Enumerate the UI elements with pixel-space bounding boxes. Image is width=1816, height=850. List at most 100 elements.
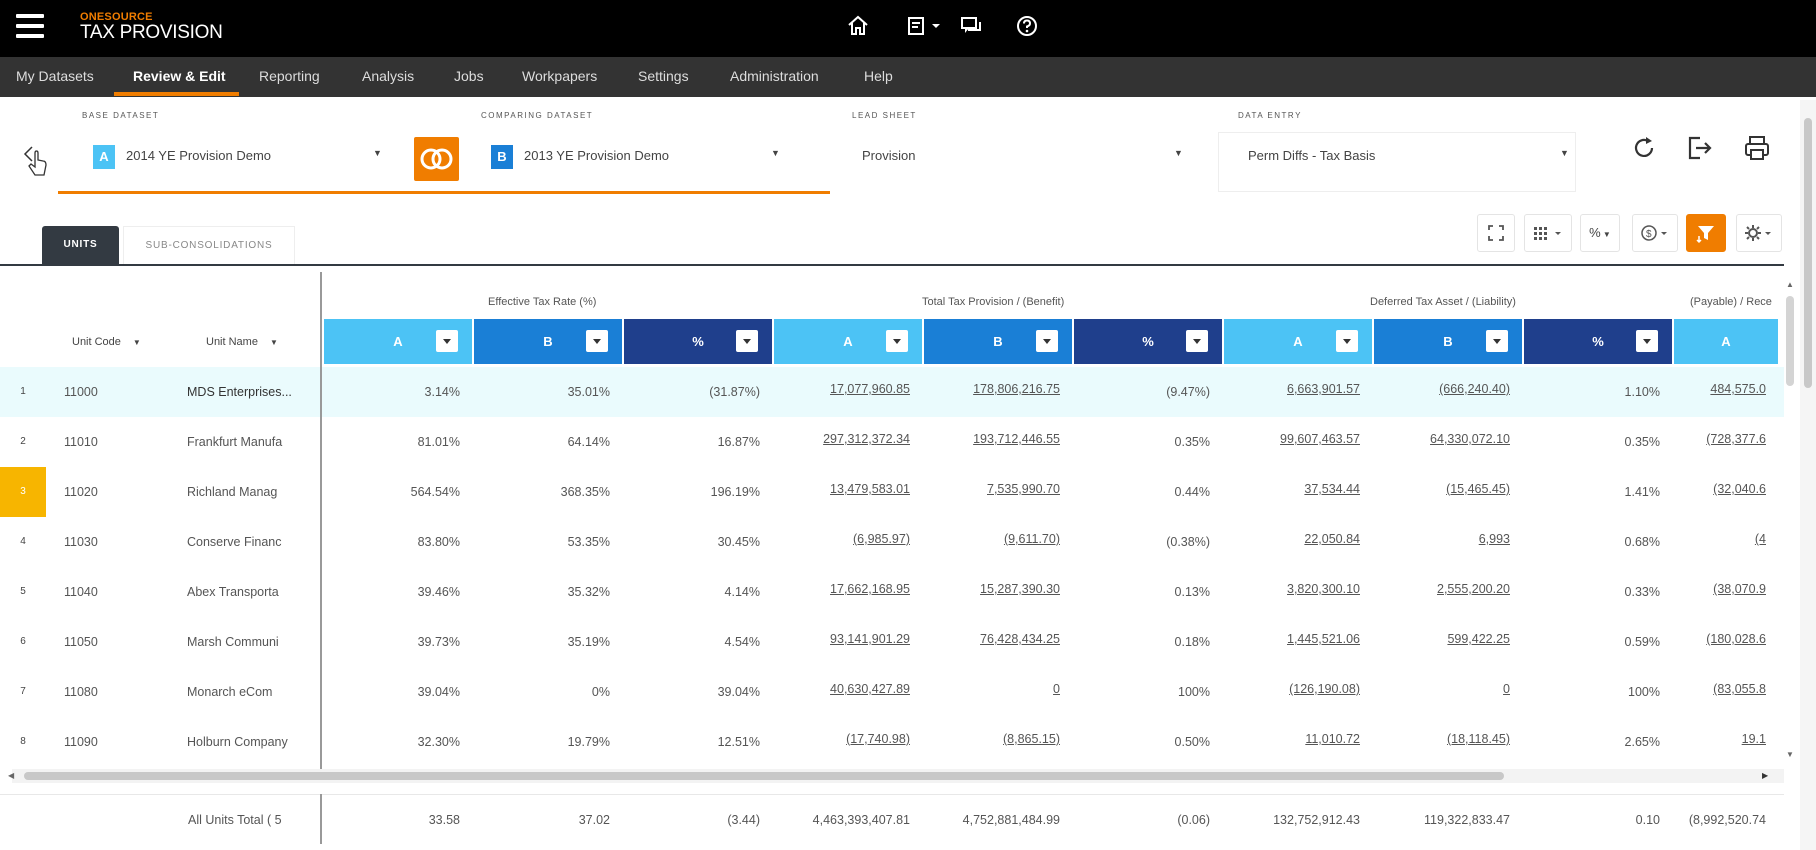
export-icon[interactable]: [1684, 133, 1714, 163]
row-number[interactable]: 1: [0, 367, 46, 417]
hamburger-menu-icon[interactable]: [16, 14, 44, 38]
value-link-cell[interactable]: 193,712,446.55: [924, 417, 1060, 467]
value-link-cell[interactable]: 6,663,901.57: [1224, 367, 1360, 417]
value-link-cell[interactable]: 19.1: [1674, 717, 1766, 767]
row-number[interactable]: 8: [0, 717, 46, 767]
print-icon[interactable]: [1742, 133, 1772, 163]
value-link-cell[interactable]: 6,993: [1374, 517, 1510, 567]
value-link-cell[interactable]: 178,806,216.75: [924, 367, 1060, 417]
chat-icon[interactable]: [960, 14, 986, 40]
tab-sub-consolidations[interactable]: SUB-CONSOLIDATIONS: [123, 226, 295, 264]
scroll-left-icon[interactable]: ◀: [8, 771, 14, 780]
nav-jobs[interactable]: Jobs: [454, 57, 484, 97]
value-link-cell[interactable]: 3,820,300.10: [1224, 567, 1360, 617]
row-number[interactable]: 4: [0, 517, 46, 567]
value-link-cell[interactable]: (666,240.40): [1374, 367, 1510, 417]
column-filter-dropdown-icon[interactable]: [1486, 330, 1508, 352]
column-header-10[interactable]: A: [1674, 319, 1778, 364]
scroll-right-icon[interactable]: ▶: [1762, 771, 1768, 780]
page-vertical-scroll-thumb[interactable]: [1804, 118, 1812, 388]
nav-review-edit[interactable]: Review & Edit: [133, 57, 226, 97]
value-link-cell[interactable]: 93,141,901.29: [774, 617, 910, 667]
column-header-3[interactable]: %: [624, 319, 772, 364]
column-header-4[interactable]: A: [774, 319, 922, 364]
comparing-dataset-select[interactable]: 2013 YE Provision Demo ▼: [491, 137, 781, 171]
horizontal-scroll-thumb[interactable]: [24, 772, 1504, 780]
value-link-cell[interactable]: 484,575.0: [1674, 367, 1766, 417]
base-dataset-select[interactable]: 2014 YE Provision Demo ▼: [93, 137, 383, 171]
nav-administration[interactable]: Administration: [730, 57, 819, 97]
value-link-cell[interactable]: 599,422.25: [1374, 617, 1510, 667]
value-link-cell[interactable]: 76,428,434.25: [924, 617, 1060, 667]
row-number[interactable]: 3: [0, 467, 46, 517]
column-header-1[interactable]: A: [324, 319, 472, 364]
value-link-cell[interactable]: 17,077,960.85: [774, 367, 910, 417]
column-header-7[interactable]: A: [1224, 319, 1372, 364]
value-link-cell[interactable]: (38,070.9: [1674, 567, 1766, 617]
column-header-2[interactable]: B: [474, 319, 622, 364]
value-link-cell[interactable]: 7,535,990.70: [924, 467, 1060, 517]
table-row[interactable]: 6 11050 Marsh Communi 39.73% 35.19% 4.54% 93,1…: [0, 617, 1784, 667]
unit-name-header[interactable]: Unit Name ▼: [206, 336, 278, 348]
table-row[interactable]: 4 11030 Conserve Financ 83.80% 53.35% 30.45% (…: [0, 517, 1784, 567]
value-link-cell[interactable]: 0: [1374, 667, 1510, 717]
value-link-cell[interactable]: (8,865.15): [924, 717, 1060, 767]
column-filter-dropdown-icon[interactable]: [1636, 330, 1658, 352]
table-row[interactable]: 8 11090 Holburn Company 32.30% 19.79% 12.51% (…: [0, 717, 1784, 767]
row-number[interactable]: 2: [0, 417, 46, 467]
column-filter-dropdown-icon[interactable]: [1336, 330, 1358, 352]
column-header-6[interactable]: %: [1074, 319, 1222, 364]
grid-vertical-scroll-thumb[interactable]: [1786, 296, 1794, 386]
value-link-cell[interactable]: 37,534.44: [1224, 467, 1360, 517]
settings-gear-icon[interactable]: [1736, 214, 1782, 252]
value-link-cell[interactable]: 99,607,463.57: [1224, 417, 1360, 467]
column-filter-dropdown-icon[interactable]: [436, 330, 458, 352]
report-dropdown-icon[interactable]: [906, 14, 944, 40]
value-link-cell[interactable]: (83,055.8: [1674, 667, 1766, 717]
value-link-cell[interactable]: 297,312,372.34: [774, 417, 910, 467]
column-header-5[interactable]: B: [924, 319, 1072, 364]
lead-sheet-select[interactable]: Provision ▼: [852, 137, 1183, 171]
refresh-icon[interactable]: [1629, 133, 1659, 163]
grid-vertical-scrollbar[interactable]: ▲ ▼: [1782, 280, 1798, 760]
value-link-cell[interactable]: 22,050.84: [1224, 517, 1360, 567]
horizontal-scrollbar[interactable]: [12, 769, 1784, 783]
nav-workpapers[interactable]: Workpapers: [522, 57, 597, 97]
row-number[interactable]: 7: [0, 667, 46, 717]
column-filter-dropdown-icon[interactable]: [1036, 330, 1058, 352]
value-link-cell[interactable]: (180,028.6: [1674, 617, 1766, 667]
value-link-cell[interactable]: (15,465.45): [1374, 467, 1510, 517]
value-link-cell[interactable]: (18,118.45): [1374, 717, 1510, 767]
row-number[interactable]: 6: [0, 617, 46, 667]
value-link-cell[interactable]: 2,555,200.20: [1374, 567, 1510, 617]
column-filter-dropdown-icon[interactable]: [586, 330, 608, 352]
value-link-cell[interactable]: 11,010.72: [1224, 717, 1360, 767]
value-link-cell[interactable]: 40,630,427.89: [774, 667, 910, 717]
grid-view-icon[interactable]: [1524, 214, 1572, 252]
value-link-cell[interactable]: 1,445,521.06: [1224, 617, 1360, 667]
table-row[interactable]: 1 11000 MDS Enterprises... 3.14% 35.01% (31.8…: [0, 367, 1784, 417]
column-filter-dropdown-icon[interactable]: [886, 330, 908, 352]
compare-toggle-button[interactable]: [414, 137, 459, 181]
value-link-cell[interactable]: (17,740.98): [774, 717, 910, 767]
column-filter-dropdown-icon[interactable]: [1186, 330, 1208, 352]
back-arrow-icon[interactable]: [22, 143, 50, 179]
data-entry-select[interactable]: Perm Diffs - Tax Basis ▼: [1238, 137, 1569, 171]
value-link-cell[interactable]: (4: [1674, 517, 1766, 567]
expand-icon[interactable]: [1477, 214, 1515, 252]
table-row[interactable]: 2 11010 Frankfurt Manufa 81.01% 64.14% 16.87%…: [0, 417, 1784, 467]
value-link-cell[interactable]: (126,190.08): [1224, 667, 1360, 717]
table-row[interactable]: 5 11040 Abex Transporta 39.46% 35.32% 4.14% 17…: [0, 567, 1784, 617]
tab-units[interactable]: UNITS: [42, 226, 119, 264]
column-header-8[interactable]: B: [1374, 319, 1522, 364]
table-row[interactable]: 3 11020 Richland Manag 564.54% 368.35% 196.19…: [0, 467, 1784, 517]
value-link-cell[interactable]: (32,040.6: [1674, 467, 1766, 517]
value-link-cell[interactable]: (728,377.6: [1674, 417, 1766, 467]
table-row[interactable]: 7 11080 Monarch eCom 39.04% 0% 39.04% 40,630,4…: [0, 667, 1784, 717]
nav-reporting[interactable]: Reporting: [259, 57, 320, 97]
value-link-cell[interactable]: 15,287,390.30: [924, 567, 1060, 617]
page-vertical-scrollbar[interactable]: [1800, 100, 1816, 850]
value-link-cell[interactable]: (6,985.97): [774, 517, 910, 567]
nav-analysis[interactable]: Analysis: [362, 57, 414, 97]
column-filter-dropdown-icon[interactable]: [736, 330, 758, 352]
